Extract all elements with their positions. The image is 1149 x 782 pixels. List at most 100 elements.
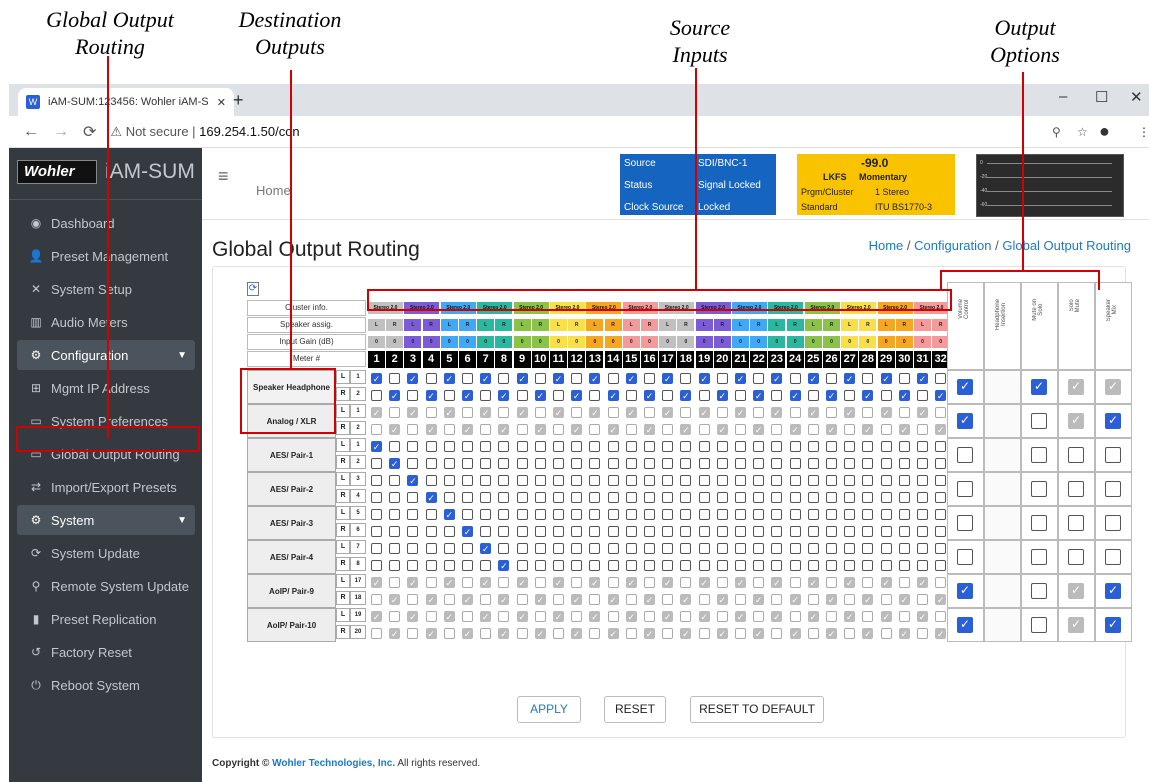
reset-button[interactable]: RESET bbox=[604, 696, 666, 723]
route-checkbox[interactable]: ✓ bbox=[862, 390, 874, 401]
route-checkbox[interactable] bbox=[407, 458, 419, 469]
route-checkbox[interactable] bbox=[753, 560, 765, 571]
route-checkbox[interactable] bbox=[753, 526, 765, 537]
route-checkbox[interactable] bbox=[407, 543, 419, 554]
route-checkbox[interactable] bbox=[553, 526, 564, 537]
browser-tab[interactable]: W iAM-SUM:123456: Wohler iAM-S ✕ bbox=[18, 88, 234, 116]
route-checkbox[interactable] bbox=[516, 543, 528, 554]
sidebar-item-system-setup[interactable]: ✕ System Setup bbox=[17, 274, 195, 304]
route-checkbox[interactable] bbox=[607, 560, 619, 571]
breadcrumb-configuration[interactable]: Configuration bbox=[914, 238, 991, 253]
route-checkbox[interactable] bbox=[862, 458, 874, 469]
route-checkbox[interactable] bbox=[662, 492, 674, 503]
route-checkbox[interactable] bbox=[789, 543, 801, 554]
route-checkbox[interactable] bbox=[789, 509, 801, 520]
route-checkbox[interactable] bbox=[826, 441, 837, 452]
route-checkbox[interactable] bbox=[735, 543, 746, 554]
route-checkbox[interactable] bbox=[425, 373, 437, 384]
route-checkbox[interactable] bbox=[589, 441, 601, 452]
route-checkbox[interactable] bbox=[443, 543, 455, 554]
route-checkbox[interactable] bbox=[553, 543, 564, 554]
route-checkbox[interactable] bbox=[625, 441, 637, 452]
minimize-icon[interactable]: – bbox=[1059, 88, 1067, 105]
route-checkbox[interactable] bbox=[844, 509, 856, 520]
route-checkbox[interactable] bbox=[844, 526, 856, 537]
route-checkbox[interactable] bbox=[407, 509, 419, 520]
sidebar-item-system-update[interactable]: ⟳ System Update bbox=[17, 538, 195, 568]
route-checkbox[interactable] bbox=[807, 543, 819, 554]
route-checkbox[interactable] bbox=[917, 390, 928, 401]
route-checkbox[interactable] bbox=[516, 560, 528, 571]
route-checkbox[interactable] bbox=[771, 509, 783, 520]
route-checkbox[interactable] bbox=[407, 390, 419, 401]
route-checkbox[interactable]: ✓ bbox=[698, 373, 710, 384]
route-checkbox[interactable] bbox=[716, 458, 728, 469]
route-checkbox[interactable] bbox=[898, 543, 910, 554]
option-checkbox[interactable]: ✓ bbox=[957, 379, 973, 395]
option-checkbox[interactable] bbox=[1031, 447, 1047, 463]
route-checkbox[interactable] bbox=[880, 560, 892, 571]
route-checkbox[interactable]: ✓ bbox=[917, 373, 928, 384]
route-checkbox[interactable] bbox=[735, 492, 746, 503]
route-checkbox[interactable] bbox=[898, 441, 910, 452]
star-icon[interactable]: ☆ bbox=[1077, 125, 1088, 139]
route-checkbox[interactable] bbox=[571, 509, 583, 520]
route-checkbox[interactable]: ✓ bbox=[516, 373, 528, 384]
route-checkbox[interactable] bbox=[389, 560, 401, 571]
route-checkbox[interactable] bbox=[917, 458, 928, 469]
route-checkbox[interactable] bbox=[753, 475, 765, 486]
input-gain-cell[interactable]: 0 bbox=[804, 336, 822, 348]
route-checkbox[interactable]: ✓ bbox=[371, 373, 382, 384]
url-field[interactable]: ⚠ Not secure | 169.254.1.50/con bbox=[110, 124, 299, 140]
route-checkbox[interactable]: ✓ bbox=[443, 509, 455, 520]
option-checkbox[interactable] bbox=[1068, 447, 1084, 463]
route-checkbox[interactable] bbox=[826, 458, 837, 469]
route-checkbox[interactable]: ✓ bbox=[389, 390, 401, 401]
route-checkbox[interactable] bbox=[571, 373, 583, 384]
sidebar-item-reboot-system[interactable]: ⏻ Reboot System bbox=[17, 670, 195, 700]
route-checkbox[interactable] bbox=[389, 475, 401, 486]
route-checkbox[interactable] bbox=[462, 492, 473, 503]
input-gain-cell[interactable]: 0 bbox=[695, 336, 713, 348]
route-checkbox[interactable] bbox=[826, 475, 837, 486]
route-checkbox[interactable] bbox=[644, 492, 655, 503]
route-checkbox[interactable] bbox=[371, 526, 382, 537]
option-checkbox[interactable] bbox=[1031, 481, 1047, 497]
route-checkbox[interactable] bbox=[644, 560, 655, 571]
route-checkbox[interactable] bbox=[425, 475, 437, 486]
option-checkbox[interactable] bbox=[1068, 549, 1084, 565]
route-checkbox[interactable] bbox=[880, 475, 892, 486]
route-checkbox[interactable] bbox=[698, 526, 710, 537]
apply-button[interactable]: APPLY bbox=[517, 696, 581, 723]
route-checkbox[interactable]: ✓ bbox=[462, 526, 473, 537]
route-checkbox[interactable]: ✓ bbox=[462, 390, 473, 401]
route-checkbox[interactable] bbox=[407, 560, 419, 571]
route-checkbox[interactable] bbox=[789, 441, 801, 452]
route-checkbox[interactable] bbox=[698, 492, 710, 503]
sidebar-item-system[interactable]: ⚙ System ▼ bbox=[17, 505, 195, 535]
route-checkbox[interactable] bbox=[480, 458, 492, 469]
route-checkbox[interactable] bbox=[844, 475, 856, 486]
input-gain-cell[interactable]: 0 bbox=[786, 336, 804, 348]
route-checkbox[interactable] bbox=[917, 543, 928, 554]
route-checkbox[interactable] bbox=[716, 441, 728, 452]
route-checkbox[interactable] bbox=[589, 526, 601, 537]
route-checkbox[interactable] bbox=[571, 560, 583, 571]
route-checkbox[interactable] bbox=[625, 475, 637, 486]
route-checkbox[interactable] bbox=[680, 458, 692, 469]
route-checkbox[interactable] bbox=[716, 560, 728, 571]
route-checkbox[interactable] bbox=[389, 526, 401, 537]
route-checkbox[interactable] bbox=[407, 441, 419, 452]
route-checkbox[interactable] bbox=[644, 543, 655, 554]
route-checkbox[interactable] bbox=[807, 509, 819, 520]
input-gain-cell[interactable]: 0 bbox=[622, 336, 640, 348]
option-checkbox[interactable]: ✓ bbox=[957, 413, 973, 429]
route-checkbox[interactable] bbox=[516, 492, 528, 503]
route-checkbox[interactable] bbox=[898, 560, 910, 571]
route-checkbox[interactable] bbox=[807, 475, 819, 486]
route-checkbox[interactable]: ✓ bbox=[716, 390, 728, 401]
route-checkbox[interactable] bbox=[844, 390, 856, 401]
route-checkbox[interactable] bbox=[789, 526, 801, 537]
route-checkbox[interactable] bbox=[898, 509, 910, 520]
route-checkbox[interactable] bbox=[516, 526, 528, 537]
